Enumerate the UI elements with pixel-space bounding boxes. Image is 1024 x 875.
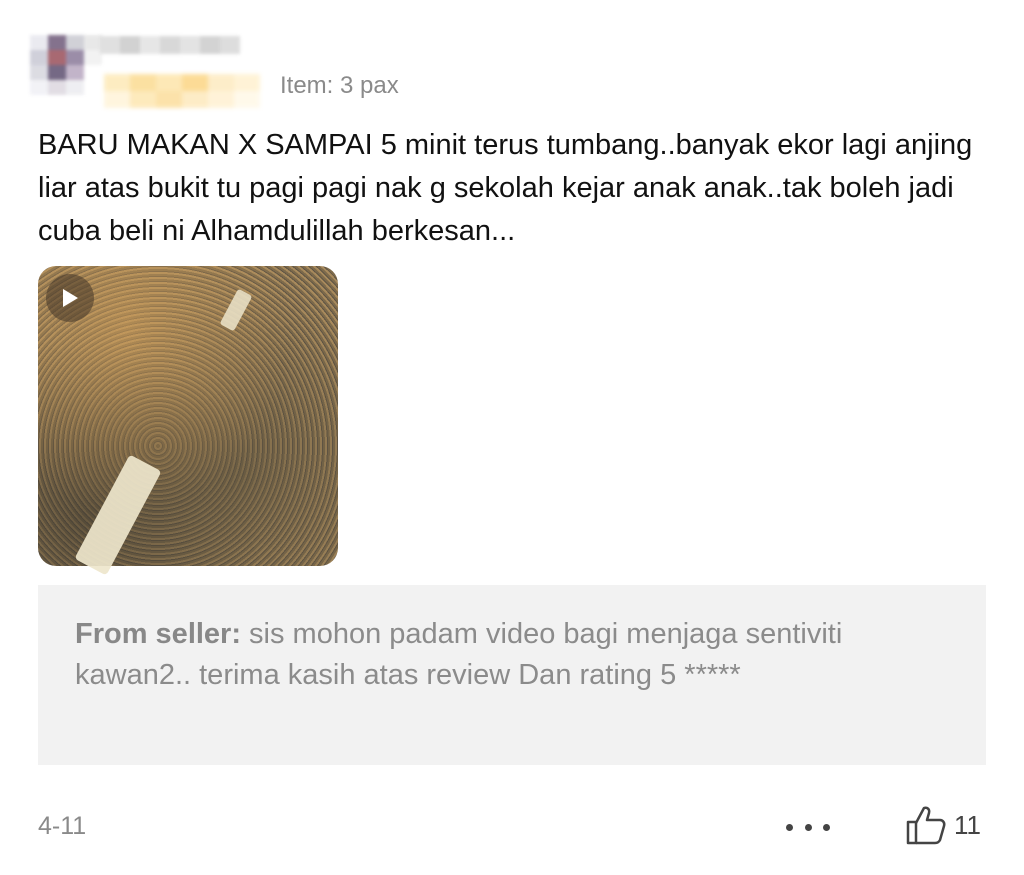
variant-censored — [104, 74, 262, 108]
play-icon[interactable] — [46, 274, 94, 322]
more-dots-icon — [786, 823, 793, 831]
review-date: 4-11 — [38, 812, 87, 840]
username-censored — [100, 36, 240, 54]
review-text: BARU MAKAN X SAMPAI 5 minit terus tumban… — [38, 129, 973, 247]
more-options-button[interactable] — [786, 812, 830, 842]
seller-reply-prefix: From seller: — [75, 618, 241, 650]
item-variant-label: Item: 3 pax — [280, 72, 399, 99]
review-card: Item: 3 pax BARU MAKAN X SAMPAI 5 minit … — [0, 0, 1024, 875]
like-button[interactable]: 11 — [904, 802, 981, 848]
like-count: 11 — [954, 809, 981, 840]
avatar[interactable] — [30, 35, 102, 95]
thumbs-up-icon — [906, 806, 946, 845]
seller-reply: From seller: sis mohon padam video bagi … — [75, 614, 955, 696]
